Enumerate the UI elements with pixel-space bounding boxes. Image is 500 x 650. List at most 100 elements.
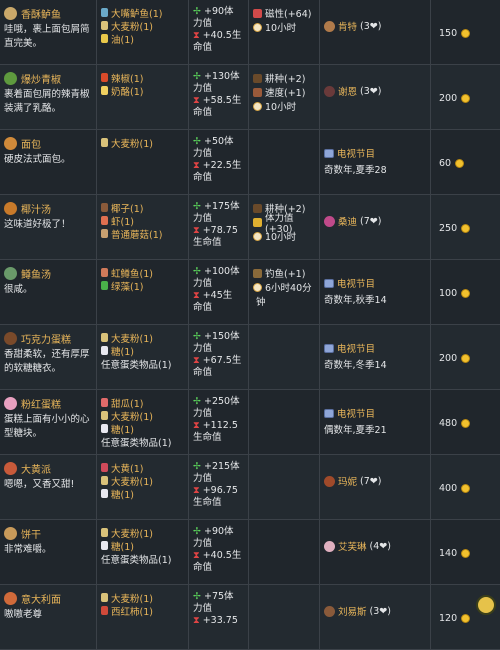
ingredient-item[interactable]: 辣椒(1) (101, 71, 185, 84)
price-cell: 200 (431, 65, 500, 129)
buffs-cell (249, 390, 320, 454)
ingredient-item[interactable]: 大嘴鲈鱼(1) (101, 6, 185, 19)
ingredient-item[interactable]: 糖(1) (101, 422, 185, 435)
ingredient-item[interactable]: 大黄(1) (101, 461, 185, 474)
price-cell: 250 (431, 195, 500, 259)
clock-icon (253, 23, 262, 32)
ingredient-icon (101, 489, 108, 498)
price-value: 60 (439, 158, 451, 169)
ingredient-item[interactable]: 大麦粉(1) (101, 591, 185, 604)
ingredient-item[interactable]: 甜瓜(1) (101, 396, 185, 409)
dish-description: 香甜柔软，还有厚厚的软糖糖衣。 (4, 348, 93, 376)
source-cell: 桑迪(7❤) (320, 195, 431, 259)
ingredient-item[interactable]: 大麦粉(1) (101, 19, 185, 32)
clock-icon (253, 232, 262, 241)
buff-item: 速度(+1) (253, 85, 316, 99)
npc-name[interactable]: 艾芙琳 (338, 539, 367, 553)
ingredient-item[interactable]: 绿藻(1) (101, 279, 185, 292)
health-value: ⧗ +40.5生 (193, 30, 245, 42)
ingredient-label: 糖(1) (111, 487, 134, 501)
ingredient-item[interactable]: 普通蘑菇(1) (101, 227, 185, 240)
ingredient-item[interactable]: 奶酪(1) (101, 84, 185, 97)
ingredient-item[interactable]: 大麦粉(1) (101, 526, 185, 539)
tv-schedule: 奇数年,冬季14 (324, 357, 427, 371)
dish-name-link[interactable]: 粉红蛋糕 (21, 396, 61, 411)
npc-source[interactable]: 肯特(3❤) (324, 19, 427, 33)
npc-name[interactable]: 肯特 (338, 19, 357, 33)
ingredient-item[interactable]: 油(1) (101, 32, 185, 45)
dish-name-link[interactable]: 饼干 (21, 526, 41, 541)
health-value: ⧗ +78.75 (193, 225, 245, 237)
price-value: 100 (439, 288, 457, 299)
price-cell: 140 (431, 520, 500, 584)
gold-coin-icon (461, 94, 470, 103)
dish-name-link[interactable]: 面包 (21, 136, 41, 151)
tv-title[interactable]: 电视节目 (337, 406, 375, 420)
ingredient-item[interactable]: 大麦粉(1) (101, 331, 185, 344)
buff-label: 钟 (256, 294, 266, 308)
npc-name[interactable]: 玛妮 (338, 474, 357, 488)
tv-source[interactable]: 电视节目 (324, 276, 427, 290)
dish-name-link[interactable]: 鳟鱼汤 (21, 266, 51, 281)
dish-name-link[interactable]: 椰汁汤 (21, 201, 51, 216)
ingredient-item[interactable]: 糖(1) (101, 487, 185, 500)
buff-item: 磁性(+64) (253, 6, 316, 20)
energy-icon (253, 218, 262, 227)
npc-portrait-icon (324, 216, 335, 227)
description-line: 装满了乳酪。 (4, 102, 93, 116)
npc-name[interactable]: 谢恩 (338, 84, 357, 98)
energy-text: +75体 (204, 591, 234, 602)
health-unit: 生命值 (193, 497, 245, 509)
dish-cell: 爆炒青椒裹着面包屑的辣青椒装满了乳酪。 (0, 65, 97, 129)
npc-source[interactable]: 谢恩(3❤) (324, 84, 427, 98)
ingredients-cell: 大麦粉(1)西红柿(1) (97, 585, 189, 649)
recipe-table: 香酥鲈鱼哇哦，裹上面包屑简直完美。大嘴鲈鱼(1)大麦粉(1)油(1)✢ +90体… (0, 0, 500, 650)
ingredient-item[interactable]: 西红柿(1) (101, 604, 185, 617)
npc-name[interactable]: 刘易斯 (338, 604, 367, 618)
ingredient-icon (101, 424, 108, 433)
energy-unit: 力值 (193, 18, 245, 30)
npc-source[interactable]: 玛妮(7❤) (324, 474, 427, 488)
ingredient-item[interactable]: 糖(1) (101, 539, 185, 552)
energy-unit: 力值 (193, 343, 245, 355)
tv-title[interactable]: 电视节目 (337, 146, 375, 160)
dish-name-link[interactable]: 意大利面 (21, 591, 61, 606)
health-text: +33.75 (203, 615, 238, 626)
tv-source[interactable]: 电视节目 (324, 406, 427, 420)
ingredient-item[interactable]: 虹鳟鱼(1) (101, 266, 185, 279)
ingredient-icon (101, 463, 108, 472)
tv-title[interactable]: 电视节目 (337, 276, 375, 290)
sell-price: 150 (439, 28, 497, 39)
ingredient-item[interactable]: 大麦粉(1) (101, 474, 185, 487)
ingredients-cell: 大麦粉(1)糖(1)任意蛋类物品(1) (97, 520, 189, 584)
tv-source[interactable]: 电视节目 (324, 146, 427, 160)
ingredient-item[interactable]: 椰子(1) (101, 201, 185, 214)
dish-name-link[interactable]: 爆炒青椒 (21, 71, 61, 86)
ingredient-item[interactable]: 大麦粉(1) (101, 409, 185, 422)
buff-label: 磁性(+64) (265, 6, 311, 20)
stats-cell: ✢ +100体力值⧗ +45生命值 (189, 260, 249, 324)
npc-source[interactable]: 桑迪(7❤) (324, 214, 427, 228)
sell-price: 200 (439, 93, 497, 104)
ingredient-item[interactable]: 糖(1) (101, 344, 185, 357)
dish-name-link[interactable]: 巧克力蛋糕 (21, 331, 71, 346)
npc-source[interactable]: 刘易斯(3❤) (324, 604, 427, 618)
energy-value: ✢ +250体 (193, 396, 245, 408)
npc-source[interactable]: 艾芙琳(4❤) (324, 539, 427, 553)
tv-source[interactable]: 电视节目 (324, 341, 427, 355)
health-text: +40.5生 (203, 550, 242, 561)
dish-name-link[interactable]: 香酥鲈鱼 (21, 6, 61, 21)
dish-name-link[interactable]: 大黄派 (21, 461, 51, 476)
gold-coin-icon (461, 484, 470, 493)
price-cell: 150 (431, 0, 500, 64)
ingredient-item[interactable]: 大麦粉(1) (101, 136, 185, 149)
buff-item: 6小时40分 (253, 280, 316, 294)
tv-title[interactable]: 电视节目 (337, 341, 375, 355)
source-cell: 电视节目奇数年,夏季28 (320, 130, 431, 194)
buff-label: 6小时40分 (265, 280, 312, 294)
ingredient-item[interactable]: 虾(1) (101, 214, 185, 227)
energy-text: +100体 (204, 266, 240, 277)
npc-name[interactable]: 桑迪 (338, 214, 357, 228)
dish-cell: 大黄派嗯嗯，又香又甜! (0, 455, 97, 519)
price-value: 200 (439, 353, 457, 364)
